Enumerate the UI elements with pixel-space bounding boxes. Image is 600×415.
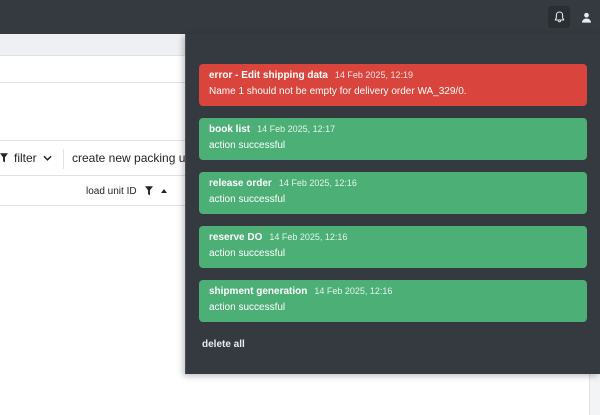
sort-ascending-icon[interactable] xyxy=(160,189,167,193)
delete-all-button[interactable]: delete all xyxy=(202,339,245,350)
notification-message: action successful xyxy=(209,194,286,205)
notification-success[interactable]: shipment generation 14 Feb 2025, 12:16 a… xyxy=(199,280,587,322)
notifications-panel: error - Edit shipping data 14 Feb 2025, … xyxy=(185,34,600,374)
user-icon xyxy=(581,12,591,23)
notification-time: 14 Feb 2025, 12:19 xyxy=(334,70,413,80)
column-header-load-unit-id: load unit ID xyxy=(86,176,167,206)
notification-success[interactable]: book list 14 Feb 2025, 12:17 action succ… xyxy=(199,118,587,160)
notification-time: 14 Feb 2025, 12:16 xyxy=(278,178,357,188)
create-packing-unit-label: create new packing unit xyxy=(72,151,199,165)
filter-label: filter xyxy=(14,151,37,165)
notification-message: Name 1 should not be empty for delivery … xyxy=(209,86,467,97)
user-menu-button[interactable] xyxy=(575,6,597,28)
notification-time: 14 Feb 2025, 12:16 xyxy=(314,286,393,296)
notification-error[interactable]: error - Edit shipping data 14 Feb 2025, … xyxy=(199,64,587,106)
notification-title: error - Edit shipping data xyxy=(209,70,328,81)
notification-message: action successful xyxy=(209,140,286,151)
notification-message: action successful xyxy=(209,302,286,313)
notification-success[interactable]: release order 14 Feb 2025, 12:16 action … xyxy=(199,172,587,214)
top-navbar xyxy=(0,0,600,34)
notification-title: release order xyxy=(209,178,272,189)
create-packing-unit-button[interactable]: create new packing unit xyxy=(72,141,198,175)
column-header-label: load unit ID xyxy=(86,185,137,197)
notification-message: action successful xyxy=(209,248,286,259)
notification-title: reserve DO xyxy=(209,232,263,243)
chevron-down-icon xyxy=(43,155,52,161)
filter-button[interactable]: filter xyxy=(0,141,52,175)
notification-time: 14 Feb 2025, 12:16 xyxy=(269,232,348,242)
notification-title: book list xyxy=(209,124,251,135)
bell-icon xyxy=(554,11,564,23)
funnel-icon xyxy=(0,153,8,163)
toolbar-divider xyxy=(63,149,64,169)
notifications-button[interactable] xyxy=(548,6,570,28)
notification-time: 14 Feb 2025, 12:17 xyxy=(257,124,336,134)
column-filter-icon[interactable] xyxy=(144,186,153,196)
notification-success[interactable]: reserve DO 14 Feb 2025, 12:16 action suc… xyxy=(199,226,587,268)
notification-title: shipment generation xyxy=(209,286,308,297)
